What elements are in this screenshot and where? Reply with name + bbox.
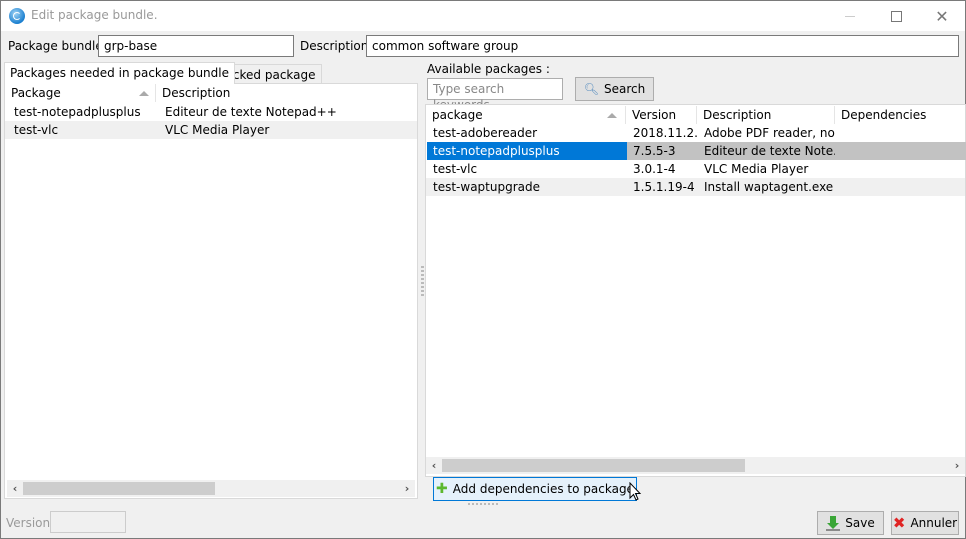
cell-package: test-vlc xyxy=(433,162,478,176)
maximize-button[interactable] xyxy=(873,1,919,31)
cell-dependencies xyxy=(835,142,966,160)
cell-dependencies xyxy=(835,178,965,196)
sort-ascending-icon xyxy=(139,91,149,96)
table-row[interactable]: test-waptupgrade 1.5.1.19-4 Install wapt… xyxy=(426,178,965,196)
bundle-packages-grid: Package Description test-notepadplusplus… xyxy=(4,83,418,499)
save-download-icon xyxy=(826,516,841,531)
mouse-cursor-icon xyxy=(629,482,642,501)
search-button[interactable]: 🔍︎ Search xyxy=(575,77,654,101)
scroll-right-icon[interactable]: › xyxy=(399,480,415,497)
close-button[interactable]: ✕ xyxy=(919,1,965,31)
cell-version: 2018.11.2... xyxy=(633,126,698,140)
cell-version: 1.5.1.19-4 xyxy=(633,180,695,194)
available-packages-label: Available packages : xyxy=(427,62,550,76)
cancel-button[interactable]: ✖ Annuler xyxy=(891,511,959,535)
cell-description: VLC Media Player xyxy=(704,162,809,176)
cancel-x-icon: ✖ xyxy=(892,514,906,532)
column-header-version[interactable]: Version xyxy=(626,106,697,124)
table-row[interactable]: test-notepadplusplus Editeur de texte No… xyxy=(5,103,417,121)
save-button[interactable]: Save xyxy=(817,511,884,535)
cell-description: Install waptagent.exe xyxy=(704,180,834,194)
table-row[interactable]: test-vlc 3.0.1-4 VLC Media Player xyxy=(426,160,965,178)
cell-dependencies xyxy=(835,160,965,178)
cell-package: test-vlc xyxy=(14,123,59,137)
title-bar: Edit package bundle. ✕ xyxy=(1,1,965,31)
add-dependencies-button[interactable]: ✚ Add dependencies to package xyxy=(433,477,637,501)
cell-description: Adobe PDF reader, no... xyxy=(704,126,835,140)
column-header-package[interactable]: Package xyxy=(5,84,156,102)
table-row[interactable]: test-vlc VLC Media Player xyxy=(5,121,417,139)
resize-grip[interactable] xyxy=(468,503,498,505)
cell-dependencies xyxy=(835,124,965,142)
scroll-right-icon[interactable]: › xyxy=(949,457,965,474)
column-header-description[interactable]: Description xyxy=(156,84,419,102)
version-label: Version xyxy=(6,516,51,530)
splitter-handle[interactable] xyxy=(421,266,424,296)
package-bundle-input[interactable]: grp-base xyxy=(98,35,294,57)
bundle-grid-hscrollbar[interactable]: ‹ › xyxy=(7,480,415,497)
search-input[interactable]: Type search keywords xyxy=(427,78,563,112)
description-label: Description xyxy=(300,39,369,53)
cell-description: Editeur de texte Notepad++ xyxy=(165,105,337,119)
scroll-left-icon[interactable]: ‹ xyxy=(7,480,23,497)
version-input xyxy=(50,511,126,533)
search-icon: 🔍︎ xyxy=(583,82,599,96)
close-icon: ✕ xyxy=(935,6,949,26)
description-input[interactable]: common software group xyxy=(366,35,959,57)
cell-package: test-notepadplusplus xyxy=(14,105,141,119)
available-grid-header: package Version Description Dependencies xyxy=(426,106,965,124)
scroll-left-icon[interactable]: ‹ xyxy=(426,457,442,474)
plus-icon: ✚ xyxy=(436,481,448,497)
minimize-icon xyxy=(845,15,855,17)
available-grid-hscrollbar[interactable]: ‹ › xyxy=(426,457,965,474)
cell-description: VLC Media Player xyxy=(165,123,270,137)
cell-package: test-notepadplusplus xyxy=(427,142,627,160)
cell-version: 3.0.1-4 xyxy=(633,162,676,176)
table-row-selected[interactable]: test-notepadplusplus 7.5.5-3 Editeur de … xyxy=(426,142,966,160)
scrollbar-thumb[interactable] xyxy=(23,482,215,495)
column-header-description[interactable]: Description xyxy=(697,106,835,124)
minimize-button[interactable] xyxy=(827,1,873,31)
available-packages-grid: package Version Description Dependencies… xyxy=(425,104,966,477)
scrollbar-thumb[interactable] xyxy=(442,459,745,472)
edit-package-bundle-window: Edit package bundle. ✕ Package bundle gr… xyxy=(0,0,966,539)
maximize-icon xyxy=(890,10,902,22)
column-header-package[interactable]: package xyxy=(426,106,626,124)
table-row[interactable]: test-adobereader 2018.11.2... Adobe PDF … xyxy=(426,124,965,142)
bundle-grid-header: Package Description xyxy=(5,84,417,102)
column-header-dependencies[interactable]: Dependencies xyxy=(835,106,966,124)
cell-package: test-waptupgrade xyxy=(433,180,540,194)
package-bundle-label: Package bundle xyxy=(8,39,103,53)
sort-ascending-icon[interactable] xyxy=(607,113,617,118)
cell-version: 7.5.5-3 xyxy=(627,142,698,160)
cell-description: Editeur de texte Note... xyxy=(698,142,835,160)
app-globe-icon xyxy=(9,8,25,24)
tab-packages-needed[interactable]: Packages needed in package bundle xyxy=(4,62,235,84)
window-title: Edit package bundle. xyxy=(31,8,158,22)
cell-package: test-adobereader xyxy=(433,126,538,140)
